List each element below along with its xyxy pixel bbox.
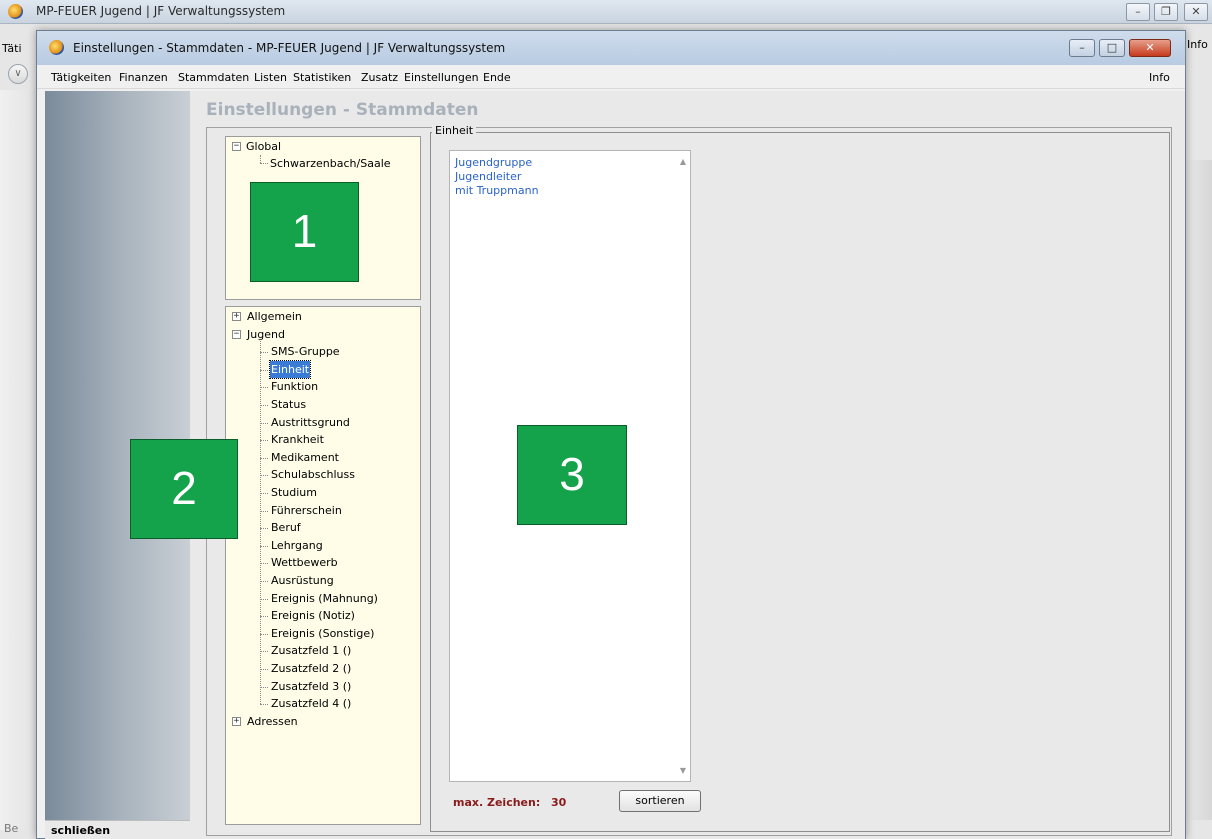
expand-icon[interactable]: + — [232, 716, 241, 726]
tree-item-label: Ereignis (Notiz) — [271, 609, 355, 623]
tree-item-label: Studium — [271, 486, 317, 499]
tree-line — [260, 457, 268, 459]
tree-line — [260, 387, 268, 389]
background-bottom-fragment: Be — [4, 822, 19, 835]
tree-line — [260, 545, 268, 547]
tree-line — [260, 163, 268, 164]
tree-item-label: Einheit — [268, 359, 312, 379]
tree-item-label: Allgemein — [247, 310, 302, 323]
sort-button[interactable]: sortieren — [619, 790, 701, 812]
collapse-icon[interactable]: − — [232, 142, 241, 151]
restore-icon[interactable]: ❐ — [1154, 3, 1178, 21]
tree-item-label: Lehrgang — [271, 538, 323, 552]
tree-line — [260, 616, 268, 618]
tree-line — [260, 704, 268, 706]
scroll-down-icon[interactable]: ▼ — [680, 766, 686, 775]
tree-item-label: Zusatzfeld 2 () — [271, 662, 352, 675]
tree-item-label: Medikament — [271, 450, 339, 464]
tree-item-label: Ereignis (Sonstige) — [271, 626, 375, 640]
einheit-group-label: Einheit — [432, 124, 477, 137]
menu-bar: Tätigkeiten Finanzen Stammdaten Listen S… — [37, 67, 1185, 89]
tree-item-label: Schulabschluss — [271, 468, 355, 482]
tree-line — [260, 633, 268, 635]
close-icon[interactable]: ✕ — [1184, 3, 1208, 21]
tree-line — [260, 510, 268, 512]
tree-item-label: Krankheit — [271, 433, 324, 447]
list-item[interactable]: Jugendleiter — [455, 170, 521, 183]
tree-item-label: Zusatzfeld 3 () — [271, 679, 352, 693]
menu-taetigkeiten[interactable]: Tätigkeiten — [51, 71, 111, 84]
list-item[interactable]: mit Truppmann — [455, 184, 539, 197]
app-logo-icon — [49, 40, 64, 55]
max-chars-label: max. Zeichen: — [453, 796, 541, 809]
minimize-icon[interactable]: – — [1126, 3, 1150, 21]
expand-icon[interactable]: + — [232, 312, 241, 321]
tree-item-label: Jugend — [247, 327, 285, 341]
tree-categories: + Allgemein − Jugend SMS-Gruppe Einheit Funkti… — [225, 306, 421, 825]
dialog-title: Einstellungen - Stammdaten - MP-FEUER Ju… — [73, 41, 506, 55]
tree-item-label: Funktion — [271, 380, 319, 394]
annotation-marker-1: 1 — [250, 182, 359, 282]
tree-item-label: Wettbewerb — [271, 556, 338, 570]
tree-item-label: SMS-Gruppe — [271, 345, 340, 359]
menu-einstellungen[interactable]: Einstellungen — [404, 71, 479, 84]
tree-item-label: Global — [246, 140, 282, 153]
menu-stammdaten[interactable]: Stammdaten — [178, 71, 249, 84]
dialog-titlebar[interactable]: Einstellungen - Stammdaten - MP-FEUER Ju… — [37, 31, 1185, 65]
background-info-fragment[interactable]: Info — [1187, 38, 1208, 51]
tree-item-label: Beruf — [271, 521, 301, 535]
tree-line — [260, 686, 268, 688]
tree-item-label: Zusatzfeld 4 () — [271, 697, 352, 711]
tree-line — [260, 475, 268, 477]
tree-item-global[interactable]: Global — [246, 138, 281, 155]
app-logo-icon — [8, 4, 23, 19]
tree-item-label: Führerschein — [271, 503, 342, 517]
tree-line — [260, 369, 268, 371]
minimize-icon[interactable]: – — [1069, 39, 1095, 57]
tree-line — [260, 493, 268, 494]
background-decoration — [0, 90, 40, 830]
tree-item-label: Zusatzfeld 1 () — [271, 644, 352, 658]
menu-info[interactable]: Info — [1149, 71, 1170, 84]
background-decoration — [1182, 160, 1212, 820]
background-titlebar: MP-FEUER Jugend | JF Verwaltungssystem –… — [0, 0, 1212, 24]
tree-line — [260, 341, 261, 705]
scroll-up-icon[interactable]: ▲ — [680, 157, 686, 166]
menu-statistiken[interactable]: Statistiken — [293, 71, 351, 84]
tree-item-label: Ereignis (Mahnung) — [271, 591, 378, 605]
tree-item-label: Adressen — [247, 714, 298, 728]
menu-ende[interactable]: Ende — [483, 71, 511, 84]
tree-line — [260, 563, 268, 565]
tree-line — [260, 155, 261, 163]
tree-line — [260, 528, 268, 530]
tree-item-label: Schwarzenbach/Saale — [270, 157, 391, 170]
tree-line — [260, 598, 268, 600]
tree-line — [260, 352, 268, 354]
annotation-marker-3: 3 — [517, 425, 627, 525]
background-menu-fragment[interactable]: Täti — [2, 42, 22, 55]
tree-line — [260, 405, 268, 406]
tree-line — [260, 422, 268, 424]
tree-line — [260, 581, 268, 582]
menu-finanzen[interactable]: Finanzen — [119, 71, 168, 84]
page-title: Einstellungen - Stammdaten — [206, 100, 479, 120]
tree-line — [260, 651, 268, 653]
close-icon[interactable]: ✕ — [1129, 39, 1171, 57]
tree-line — [260, 669, 268, 670]
tree-line — [260, 440, 268, 442]
tree-item-location[interactable]: Schwarzenbach/Saale — [270, 155, 391, 172]
annotation-marker-2: 2 — [130, 439, 238, 539]
chevron-down-icon[interactable]: ∨ — [8, 64, 28, 84]
maximize-icon[interactable]: □ — [1099, 39, 1125, 57]
list-item[interactable]: Jugendgruppe — [455, 156, 532, 169]
menu-zusatz[interactable]: Zusatz — [361, 71, 398, 84]
background-window-title: MP-FEUER Jugend | JF Verwaltungssystem — [36, 4, 286, 18]
tree-item-label: Status — [271, 398, 307, 411]
tree-item-label: Ausrüstung — [271, 574, 334, 587]
close-button[interactable]: schließen — [45, 820, 190, 839]
menu-listen[interactable]: Listen — [254, 71, 287, 84]
max-chars-value: 30 — [551, 796, 567, 809]
collapse-icon[interactable]: − — [232, 329, 241, 339]
tree-item-label: Austrittsgrund — [271, 415, 350, 429]
